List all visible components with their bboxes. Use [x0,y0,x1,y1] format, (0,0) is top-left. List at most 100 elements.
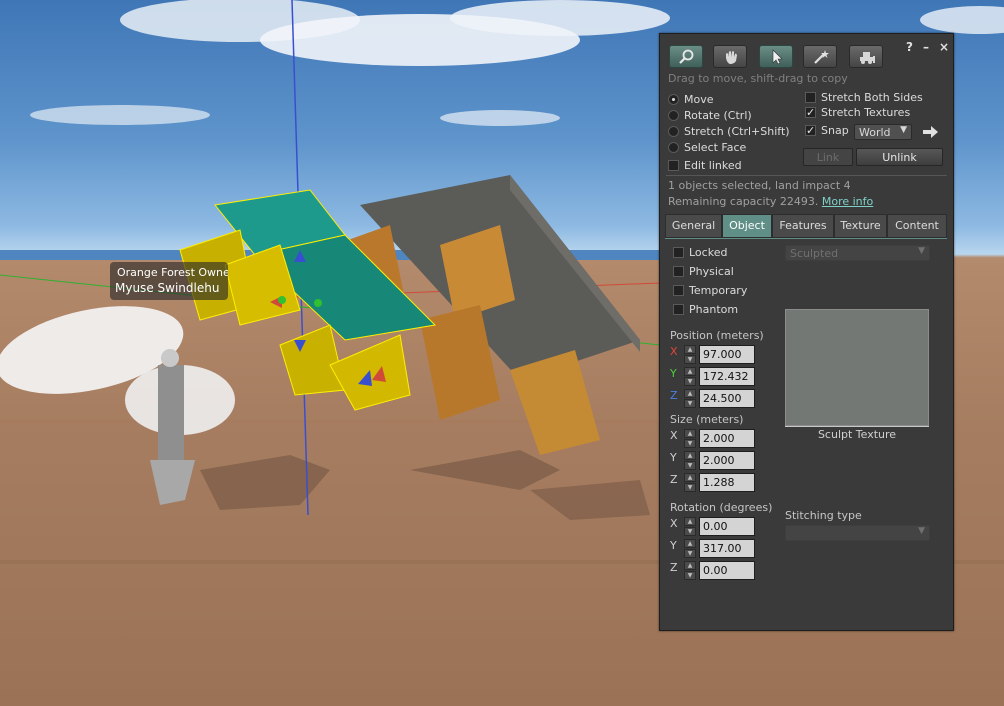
size-x-spinner[interactable]: ▲ ▼ [684,429,696,449]
radio-indicator [668,94,679,105]
sculpt-texture-label: Sculpt Texture [817,428,897,441]
snap-arrow-button[interactable] [921,124,941,140]
sculpt-texture-swatch[interactable] [785,309,929,426]
spin-down-icon[interactable]: ▼ [684,549,696,558]
size-z-field[interactable]: 1.288 [699,473,755,492]
capacity-info: Remaining capacity 22493. More info [668,195,873,208]
rotation-z-axis-label: Z [670,561,678,574]
spin-up-icon[interactable]: ▲ [684,345,696,354]
tab-underline [665,238,947,239]
spin-up-icon[interactable]: ▲ [684,429,696,438]
position-x-field[interactable]: 97.000 [699,345,755,364]
chevron-down-icon: ▼ [900,125,907,135]
stretch-textures-label: Stretch Textures [821,106,911,119]
checkbox-box [673,285,684,296]
rotation-y-spinner[interactable]: ▲ ▼ [684,539,696,559]
position-z-spinner[interactable]: ▲ ▼ [684,389,696,409]
spin-up-icon[interactable]: ▲ [684,561,696,570]
help-button[interactable]: ? [906,40,913,54]
grab-tool-button[interactable] [713,45,747,68]
size-y-spinner[interactable]: ▲ ▼ [684,451,696,471]
name-tag-name: Myuse Swindlehu [115,281,220,295]
chevron-down-icon: ▼ [918,526,925,536]
spin-up-icon[interactable]: ▲ [684,539,696,548]
focus-tool-button[interactable] [669,45,703,68]
spin-up-icon[interactable]: ▲ [684,517,696,526]
magnifier-icon [679,49,694,64]
spin-down-icon[interactable]: ▼ [684,355,696,364]
tab-general[interactable]: General [665,214,722,238]
spin-up-icon[interactable]: ▲ [684,367,696,376]
tab-object[interactable]: Object [722,214,772,238]
rotation-x-field[interactable]: 0.00 [699,517,755,536]
spin-down-icon[interactable]: ▼ [684,527,696,536]
position-x-spinner[interactable]: ▲ ▼ [684,345,696,365]
stretch-radio-label: Stretch (Ctrl+Shift) [684,125,790,138]
tab-texture[interactable]: Texture [834,214,887,238]
stretch-both-sides-label: Stretch Both Sides [821,91,923,104]
spin-down-icon[interactable]: ▼ [684,377,696,386]
divider [666,175,947,176]
rotation-y-field[interactable]: 317.00 [699,539,755,558]
spin-down-icon[interactable]: ▼ [684,461,696,470]
selection-info-text: 1 objects selected, land impact 4 [668,179,851,192]
prim-type-value: Sculpted [790,247,839,260]
rotation-z-spinner[interactable]: ▲ ▼ [684,561,696,581]
position-y-field[interactable]: 172.432 [699,367,755,386]
radio-indicator [668,142,679,153]
size-y-axis-label: Y [670,451,677,464]
position-label: Position (meters) [670,329,764,342]
magic-wand-icon [814,50,829,64]
size-z-spinner[interactable]: ▲ ▼ [684,473,696,493]
create-tool-button[interactable] [803,45,837,68]
position-z-field[interactable]: 24.500 [699,389,755,408]
size-x-axis-label: X [670,429,678,442]
spin-down-icon[interactable]: ▼ [684,399,696,408]
prim-type-dropdown[interactable]: Sculpted ▼ [785,245,930,261]
size-label: Size (meters) [670,413,744,426]
phantom-label: Phantom [689,303,739,316]
link-button[interactable]: Link [803,148,853,166]
tool-hint-text: Drag to move, shift-drag to copy [668,72,848,85]
spin-down-icon[interactable]: ▼ [684,571,696,580]
chevron-down-icon: ▼ [918,246,925,256]
name-tag-title: Orange Forest Owne [117,266,228,279]
position-x-axis-label: X [670,345,678,358]
position-y-spinner[interactable]: ▲ ▼ [684,367,696,387]
size-y-field[interactable]: 2.000 [699,451,755,470]
size-x-field[interactable]: 2.000 [699,429,755,448]
right-arrow-icon [923,126,938,138]
spin-down-icon[interactable]: ▼ [684,439,696,448]
spin-down-icon[interactable]: ▼ [684,483,696,492]
checkbox-box [805,92,816,103]
land-tool-button[interactable] [849,45,883,68]
snap-mode-value: World [859,126,891,139]
avatar-name-tag: Orange Forest Owne Myuse Swindlehu [110,262,228,300]
edit-tool-button[interactable] [759,45,793,68]
snap-mode-dropdown[interactable]: World ▼ [854,124,912,140]
tab-features[interactable]: Features [772,214,834,238]
size-z-axis-label: Z [670,473,678,486]
edit-linked-label: Edit linked [684,159,742,172]
rotation-x-spinner[interactable]: ▲ ▼ [684,517,696,537]
unlink-button[interactable]: Unlink [856,148,943,166]
position-y-axis-label: Y [670,367,677,380]
checkbox-box [668,160,679,171]
spin-up-icon[interactable]: ▲ [684,473,696,482]
tab-content[interactable]: Content [887,214,947,238]
move-radio-label: Move [684,93,714,106]
stitching-type-dropdown[interactable]: ▼ [785,525,930,541]
position-z-axis-label: Z [670,389,678,402]
checkbox-box [673,304,684,315]
more-info-link[interactable]: More info [822,195,873,208]
select-face-radio-label: Select Face [684,141,747,154]
radio-indicator [668,110,679,121]
build-tools-floater: ? – × Drag to move, shift-drag to copy M… [659,33,954,631]
bulldozer-icon [860,52,875,64]
spin-up-icon[interactable]: ▲ [684,389,696,398]
close-button[interactable]: × [939,40,949,54]
minimize-button[interactable]: – [923,40,929,54]
rotation-z-field[interactable]: 0.00 [699,561,755,580]
spin-up-icon[interactable]: ▲ [684,451,696,460]
hand-icon [726,51,737,64]
